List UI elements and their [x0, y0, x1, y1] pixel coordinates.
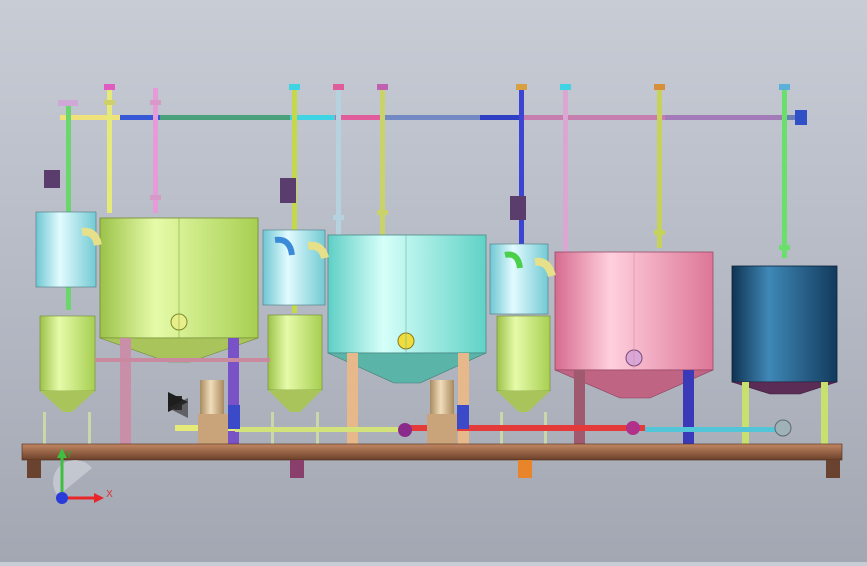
coordinate-triad: X Y — [52, 448, 113, 504]
cone-tank-1 — [39, 315, 96, 444]
small-upper-tank-3 — [489, 196, 549, 315]
cad-viewport[interactable]: X Y — [0, 0, 867, 562]
header-pipe — [60, 110, 807, 125]
x-axis-label: X — [106, 489, 113, 500]
cone-tank-3 — [496, 315, 551, 444]
large-tank-4[interactable] — [731, 265, 838, 395]
cone-tank-2 — [267, 314, 323, 444]
y-axis-label: Y — [65, 450, 73, 461]
z-axis-dot — [56, 492, 68, 504]
small-upper-tank-2 — [262, 178, 326, 306]
